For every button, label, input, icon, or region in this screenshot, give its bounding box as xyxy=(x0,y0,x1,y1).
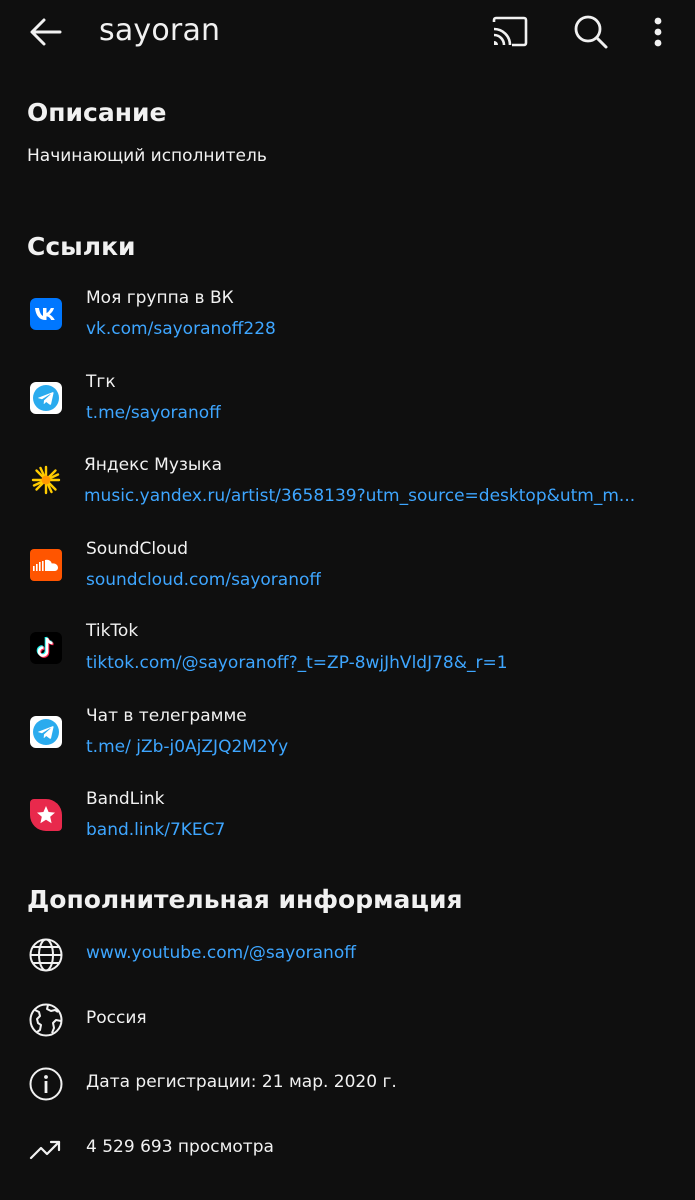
additional-info-heading: Дополнительная информация xyxy=(27,885,463,914)
search-icon xyxy=(574,15,608,49)
trending-icon xyxy=(29,1140,61,1160)
link-item-yandex-music[interactable]: Яндекс Музыка music.yandex.ru/artist/365… xyxy=(0,450,695,526)
link-url[interactable]: t.me/sayoranoff xyxy=(86,403,221,423)
yandex-music-icon xyxy=(30,464,62,496)
website-link[interactable]: www.youtube.com/@sayoranoff xyxy=(86,943,356,963)
link-url[interactable]: music.yandex.ru/artist/3658139?utm_sourc… xyxy=(84,486,635,506)
world-map-icon xyxy=(29,1003,63,1037)
link-url[interactable]: t.me/ jZb-j0AjZJQ2M2Yy xyxy=(86,737,288,757)
link-item-soundcloud[interactable]: SoundCloud soundcloud.com/sayoranoff xyxy=(0,533,695,609)
top-app-bar: sayoran xyxy=(0,0,695,66)
arrow-left-icon xyxy=(30,18,62,46)
link-name: TikTok xyxy=(86,621,139,641)
telegram-icon xyxy=(30,716,62,748)
link-name: Моя группа в ВК xyxy=(86,288,234,308)
info-icon xyxy=(29,1067,63,1101)
cast-button[interactable] xyxy=(490,14,530,50)
tiktok-icon xyxy=(30,632,62,664)
registration-row: Дата регистрации: 21 мар. 2020 г. xyxy=(0,1058,695,1110)
link-name: Чат в телеграмме xyxy=(86,706,247,726)
more-options-button[interactable] xyxy=(643,13,673,51)
registration-date: Дата регистрации: 21 мар. 2020 г. xyxy=(86,1072,397,1092)
link-item-telegram-chat[interactable]: Чат в телеграмме t.me/ jZb-j0AjZJQ2M2Yy xyxy=(0,700,695,776)
country-row: Россия xyxy=(0,994,695,1046)
link-item-tiktok[interactable]: TikTok tiktok.com/@sayoranoff?_t=ZP-8wjJ… xyxy=(0,616,695,692)
views-row: 4 529 693 просмотра xyxy=(0,1123,695,1175)
link-item-vk[interactable]: Моя группа в ВК vk.com/sayoranoff228 xyxy=(0,282,695,358)
cast-icon xyxy=(492,16,528,47)
link-name: SoundCloud xyxy=(86,539,189,559)
country-text: Россия xyxy=(86,1008,147,1028)
vk-icon xyxy=(30,298,62,330)
more-vert-icon xyxy=(654,17,662,47)
link-item-telegram[interactable]: Тгк t.me/sayoranoff xyxy=(0,366,695,442)
bandlink-icon xyxy=(30,799,62,831)
search-button[interactable] xyxy=(571,13,611,51)
page-title: sayoran xyxy=(99,13,221,48)
website-row[interactable]: www.youtube.com/@sayoranoff xyxy=(0,929,695,981)
description-text: Начинающий исполнитель xyxy=(27,146,267,166)
link-url[interactable]: vk.com/sayoranoff228 xyxy=(86,319,276,339)
globe-icon xyxy=(29,938,63,972)
link-name: BandLink xyxy=(86,789,165,809)
links-heading: Ссылки xyxy=(27,232,136,261)
back-button[interactable] xyxy=(26,14,66,50)
description-heading: Описание xyxy=(27,98,167,127)
link-name: Яндекс Музыка xyxy=(84,455,223,475)
link-url[interactable]: tiktok.com/@sayoranoff?_t=ZP-8wjJhVldJ78… xyxy=(86,653,508,673)
link-name: Тгк xyxy=(86,372,116,392)
link-url[interactable]: soundcloud.com/sayoranoff xyxy=(86,570,321,590)
soundcloud-icon xyxy=(30,549,62,581)
telegram-icon xyxy=(30,382,62,414)
link-url[interactable]: band.link/7KEC7 xyxy=(86,820,225,840)
views-count: 4 529 693 просмотра xyxy=(86,1137,274,1157)
link-item-bandlink[interactable]: BandLink band.link/7KEC7 xyxy=(0,783,695,859)
